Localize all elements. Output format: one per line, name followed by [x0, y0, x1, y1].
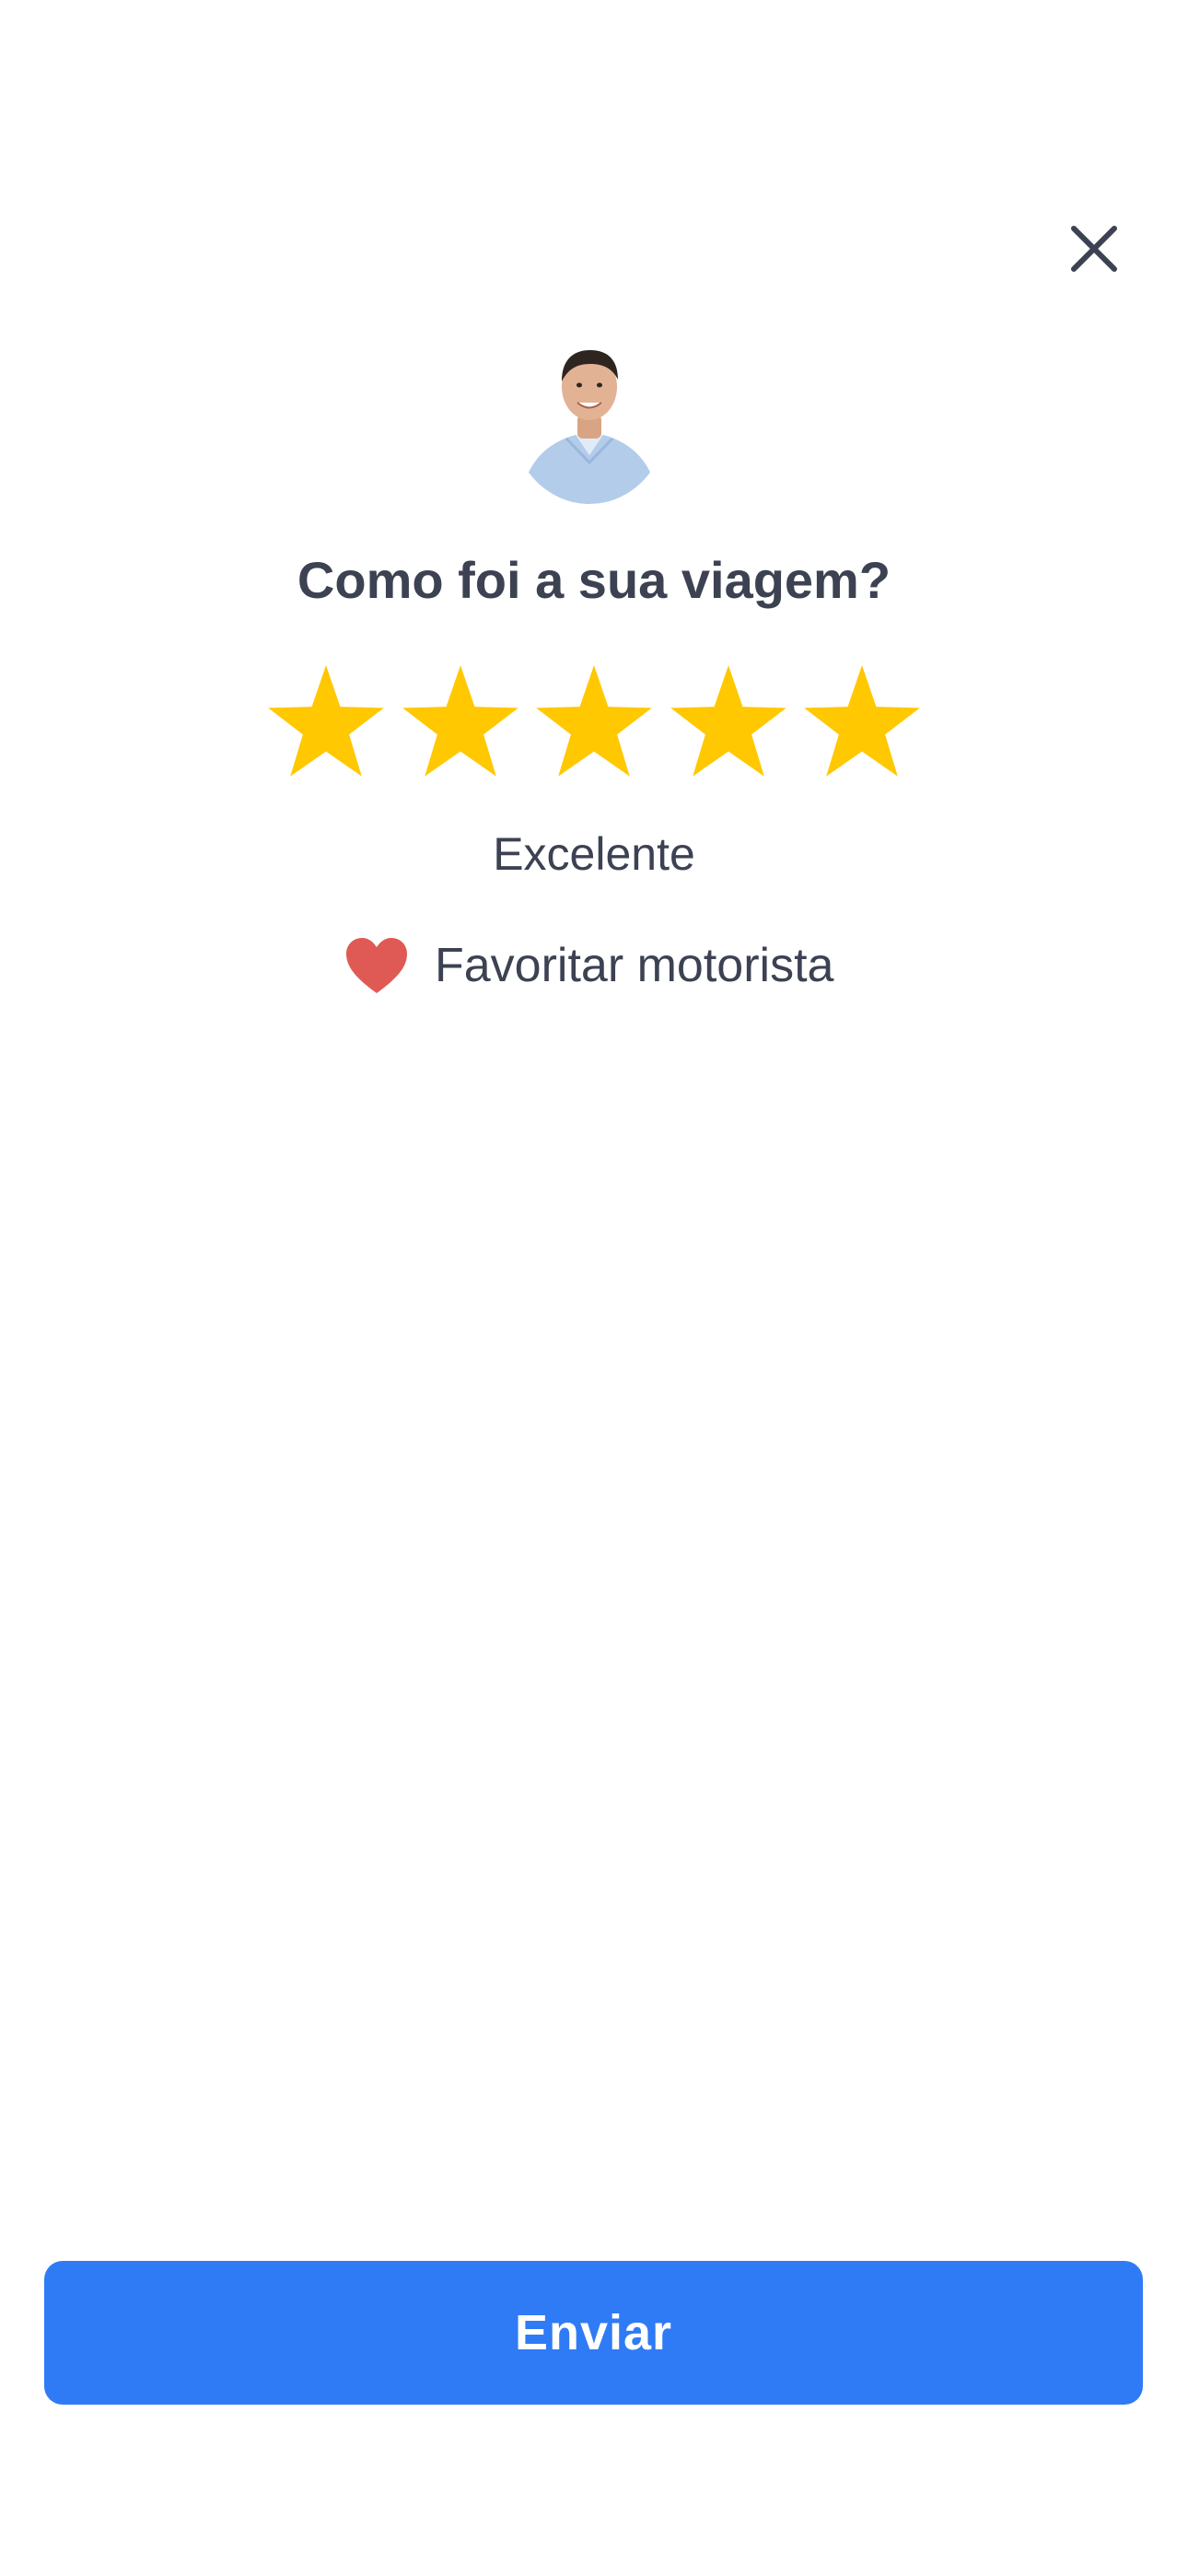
star-1-icon[interactable]	[262, 662, 390, 789]
close-button[interactable]	[1050, 205, 1138, 293]
rating-question: Como foi a sua viagem?	[297, 551, 891, 609]
driver-avatar	[511, 334, 668, 504]
star-5-icon[interactable]	[798, 662, 926, 789]
star-3-icon[interactable]	[530, 662, 658, 789]
star-rating[interactable]	[262, 662, 926, 789]
rating-label: Excelente	[493, 828, 695, 880]
favorite-driver-label: Favoritar motorista	[435, 939, 834, 992]
favorite-driver-toggle[interactable]: Favoritar motorista	[344, 929, 833, 1002]
close-icon	[1071, 226, 1117, 272]
submit-button[interactable]: Enviar	[44, 2261, 1143, 2405]
submit-button-label: Enviar	[514, 2305, 673, 2360]
star-4-icon[interactable]	[665, 662, 792, 789]
star-2-icon[interactable]	[397, 662, 524, 789]
heart-icon	[344, 936, 409, 995]
